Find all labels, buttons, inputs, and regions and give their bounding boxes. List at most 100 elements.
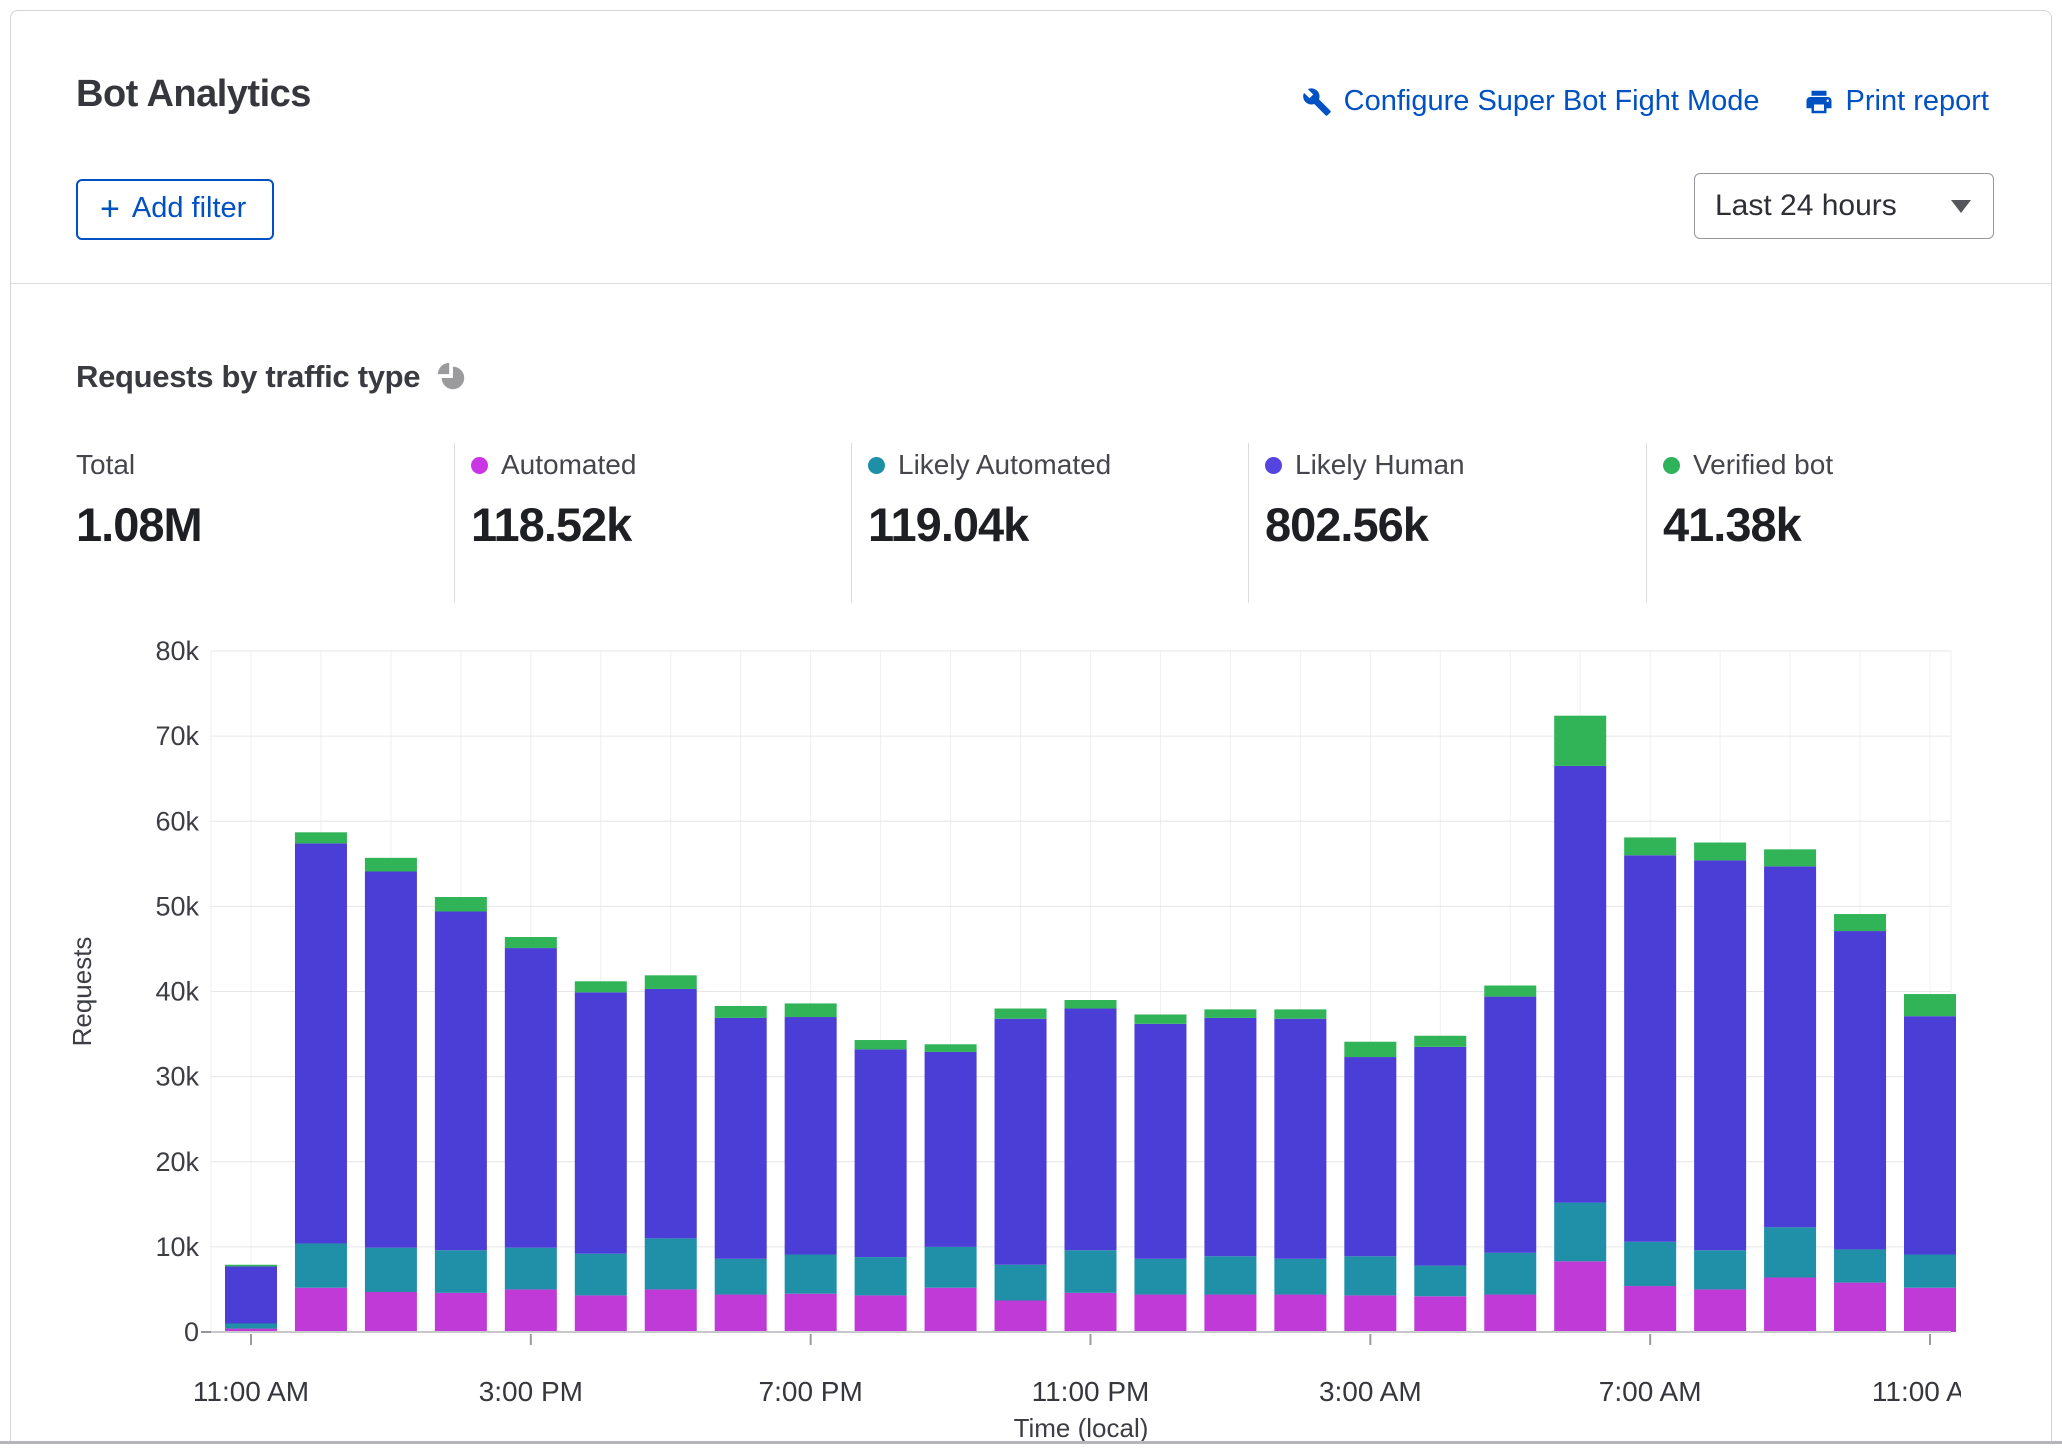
bar-segment-verified-bot-1[interactable] — [295, 832, 347, 843]
bar-segment-likely-automated-15[interactable] — [1274, 1259, 1326, 1295]
bar-segment-automated-18[interactable] — [1484, 1295, 1536, 1332]
bar-segment-automated-6[interactable] — [645, 1289, 697, 1332]
bar-segment-verified-bot-20[interactable] — [1624, 837, 1676, 855]
bar-segment-likely-automated-5[interactable] — [575, 1254, 627, 1296]
bar-segment-likely-human-21[interactable] — [1694, 860, 1746, 1250]
bar-segment-verified-bot-2[interactable] — [365, 858, 417, 872]
bar-segment-automated-14[interactable] — [1204, 1295, 1256, 1332]
bar-segment-automated-11[interactable] — [995, 1301, 1047, 1332]
bar-segment-verified-bot-9[interactable] — [855, 1040, 907, 1049]
bar-segment-verified-bot-22[interactable] — [1764, 849, 1816, 866]
bar-segment-likely-human-0[interactable] — [225, 1266, 277, 1323]
bar-segment-automated-17[interactable] — [1414, 1296, 1466, 1332]
print-report-link[interactable]: Print report — [1804, 85, 1989, 118]
bar-segment-likely-automated-12[interactable] — [1065, 1250, 1117, 1293]
bar-segment-likely-automated-18[interactable] — [1484, 1253, 1536, 1295]
stat-automated[interactable]: Automated 118.52k — [471, 449, 831, 552]
bar-segment-verified-bot-10[interactable] — [925, 1044, 977, 1052]
bar-segment-likely-human-1[interactable] — [295, 843, 347, 1243]
bar-segment-likely-automated-0[interactable] — [225, 1323, 277, 1328]
bar-segment-automated-7[interactable] — [715, 1295, 767, 1332]
bar-segment-verified-bot-5[interactable] — [575, 981, 627, 992]
bar-segment-likely-automated-7[interactable] — [715, 1259, 767, 1295]
bar-segment-likely-human-6[interactable] — [645, 989, 697, 1238]
bar-segment-automated-4[interactable] — [505, 1289, 557, 1332]
bar-segment-verified-bot-0[interactable] — [225, 1265, 277, 1267]
bar-segment-automated-20[interactable] — [1624, 1286, 1676, 1332]
stat-likely-human[interactable]: Likely Human 802.56k — [1265, 449, 1625, 552]
bar-segment-automated-16[interactable] — [1344, 1295, 1396, 1332]
bar-segment-automated-13[interactable] — [1134, 1295, 1186, 1332]
bar-segment-likely-human-16[interactable] — [1344, 1057, 1396, 1256]
bar-segment-likely-automated-2[interactable] — [365, 1248, 417, 1292]
bar-segment-likely-human-5[interactable] — [575, 992, 627, 1253]
bar-segment-automated-24[interactable] — [1904, 1288, 1956, 1332]
bar-segment-automated-22[interactable] — [1764, 1278, 1816, 1332]
bar-segment-verified-bot-11[interactable] — [995, 1009, 1047, 1019]
bar-segment-likely-human-2[interactable] — [365, 871, 417, 1247]
bar-segment-verified-bot-21[interactable] — [1694, 843, 1746, 861]
bar-segment-verified-bot-18[interactable] — [1484, 986, 1536, 997]
bar-segment-likely-human-4[interactable] — [505, 948, 557, 1248]
bar-segment-likely-human-9[interactable] — [855, 1049, 907, 1257]
bar-segment-automated-2[interactable] — [365, 1292, 417, 1332]
bar-segment-likely-human-18[interactable] — [1484, 997, 1536, 1253]
bar-segment-verified-bot-23[interactable] — [1834, 914, 1886, 931]
bar-segment-likely-human-24[interactable] — [1904, 1016, 1956, 1254]
bar-segment-verified-bot-12[interactable] — [1065, 1000, 1117, 1009]
bar-segment-automated-5[interactable] — [575, 1295, 627, 1332]
bar-segment-likely-human-17[interactable] — [1414, 1047, 1466, 1266]
bar-segment-likely-human-15[interactable] — [1274, 1019, 1326, 1259]
bar-segment-automated-3[interactable] — [435, 1293, 487, 1332]
bar-segment-likely-automated-16[interactable] — [1344, 1256, 1396, 1295]
bar-segment-verified-bot-7[interactable] — [715, 1006, 767, 1018]
bar-segment-likely-human-12[interactable] — [1065, 1009, 1117, 1251]
bar-segment-likely-automated-24[interactable] — [1904, 1255, 1956, 1288]
bar-segment-verified-bot-24[interactable] — [1904, 994, 1956, 1016]
bar-segment-verified-bot-4[interactable] — [505, 937, 557, 948]
bar-segment-verified-bot-15[interactable] — [1274, 1009, 1326, 1018]
bar-segment-likely-automated-22[interactable] — [1764, 1227, 1816, 1277]
bar-segment-verified-bot-16[interactable] — [1344, 1042, 1396, 1057]
bar-segment-automated-21[interactable] — [1694, 1289, 1746, 1332]
bar-segment-likely-human-11[interactable] — [995, 1019, 1047, 1265]
bar-segment-likely-automated-3[interactable] — [435, 1250, 487, 1293]
bar-segment-likely-automated-17[interactable] — [1414, 1266, 1466, 1297]
bar-segment-likely-automated-9[interactable] — [855, 1257, 907, 1295]
bar-segment-automated-10[interactable] — [925, 1288, 977, 1332]
bar-segment-likely-automated-21[interactable] — [1694, 1250, 1746, 1289]
bar-segment-verified-bot-8[interactable] — [785, 1003, 837, 1017]
bar-segment-likely-human-8[interactable] — [785, 1017, 837, 1254]
bar-segment-likely-human-10[interactable] — [925, 1052, 977, 1247]
configure-super-bot-fight-mode-link[interactable]: Configure Super Bot Fight Mode — [1302, 85, 1760, 118]
bar-segment-verified-bot-14[interactable] — [1204, 1009, 1256, 1018]
bar-segment-likely-human-19[interactable] — [1554, 766, 1606, 1203]
bar-segment-likely-automated-13[interactable] — [1134, 1259, 1186, 1295]
bar-segment-likely-automated-20[interactable] — [1624, 1242, 1676, 1286]
bar-segment-likely-human-20[interactable] — [1624, 855, 1676, 1241]
bar-segment-verified-bot-17[interactable] — [1414, 1036, 1466, 1047]
bar-segment-automated-19[interactable] — [1554, 1261, 1606, 1332]
bar-segment-likely-human-23[interactable] — [1834, 931, 1886, 1249]
bar-segment-verified-bot-6[interactable] — [645, 975, 697, 989]
bar-segment-likely-automated-8[interactable] — [785, 1255, 837, 1294]
bar-segment-likely-human-22[interactable] — [1764, 866, 1816, 1227]
stat-verified-bot[interactable]: Verified bot 41.38k — [1663, 449, 2023, 552]
bar-segment-likely-automated-14[interactable] — [1204, 1256, 1256, 1294]
bar-segment-likely-automated-11[interactable] — [995, 1265, 1047, 1301]
bar-segment-likely-human-14[interactable] — [1204, 1018, 1256, 1256]
bar-segment-likely-automated-6[interactable] — [645, 1238, 697, 1289]
bar-segment-automated-8[interactable] — [785, 1294, 837, 1332]
bar-segment-likely-human-13[interactable] — [1134, 1024, 1186, 1259]
bar-segment-verified-bot-19[interactable] — [1554, 716, 1606, 766]
bar-segment-automated-15[interactable] — [1274, 1295, 1326, 1332]
bar-segment-likely-automated-10[interactable] — [925, 1247, 977, 1288]
stat-likely-automated[interactable]: Likely Automated 119.04k — [868, 449, 1228, 552]
bar-segment-automated-9[interactable] — [855, 1295, 907, 1332]
bar-segment-automated-1[interactable] — [295, 1288, 347, 1332]
bar-segment-likely-human-7[interactable] — [715, 1018, 767, 1259]
bar-segment-likely-automated-19[interactable] — [1554, 1203, 1606, 1262]
bar-segment-likely-human-3[interactable] — [435, 911, 487, 1250]
bar-segment-likely-automated-1[interactable] — [295, 1243, 347, 1287]
bar-segment-verified-bot-13[interactable] — [1134, 1014, 1186, 1023]
